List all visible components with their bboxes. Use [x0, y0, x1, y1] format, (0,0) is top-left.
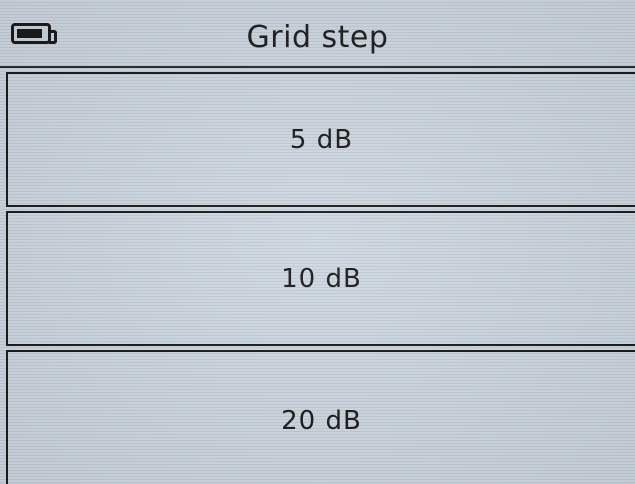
page-title: Grid step	[246, 20, 389, 55]
option-20db-button[interactable]: 20 dB	[6, 350, 635, 484]
option-label: 5 dB	[289, 124, 354, 155]
option-label: 10 dB	[281, 263, 362, 294]
device-screen: Grid step 5 dB 10 dB 20 dB	[0, 0, 635, 484]
option-label: 20 dB	[281, 406, 362, 436]
option-10db-button[interactable]: 10 dB	[6, 211, 635, 346]
grid-step-options: 5 dB 10 dB 20 dB	[6, 72, 635, 484]
option-5db-button[interactable]: 5 dB	[6, 72, 635, 207]
header-bar: Grid step	[0, 14, 635, 68]
